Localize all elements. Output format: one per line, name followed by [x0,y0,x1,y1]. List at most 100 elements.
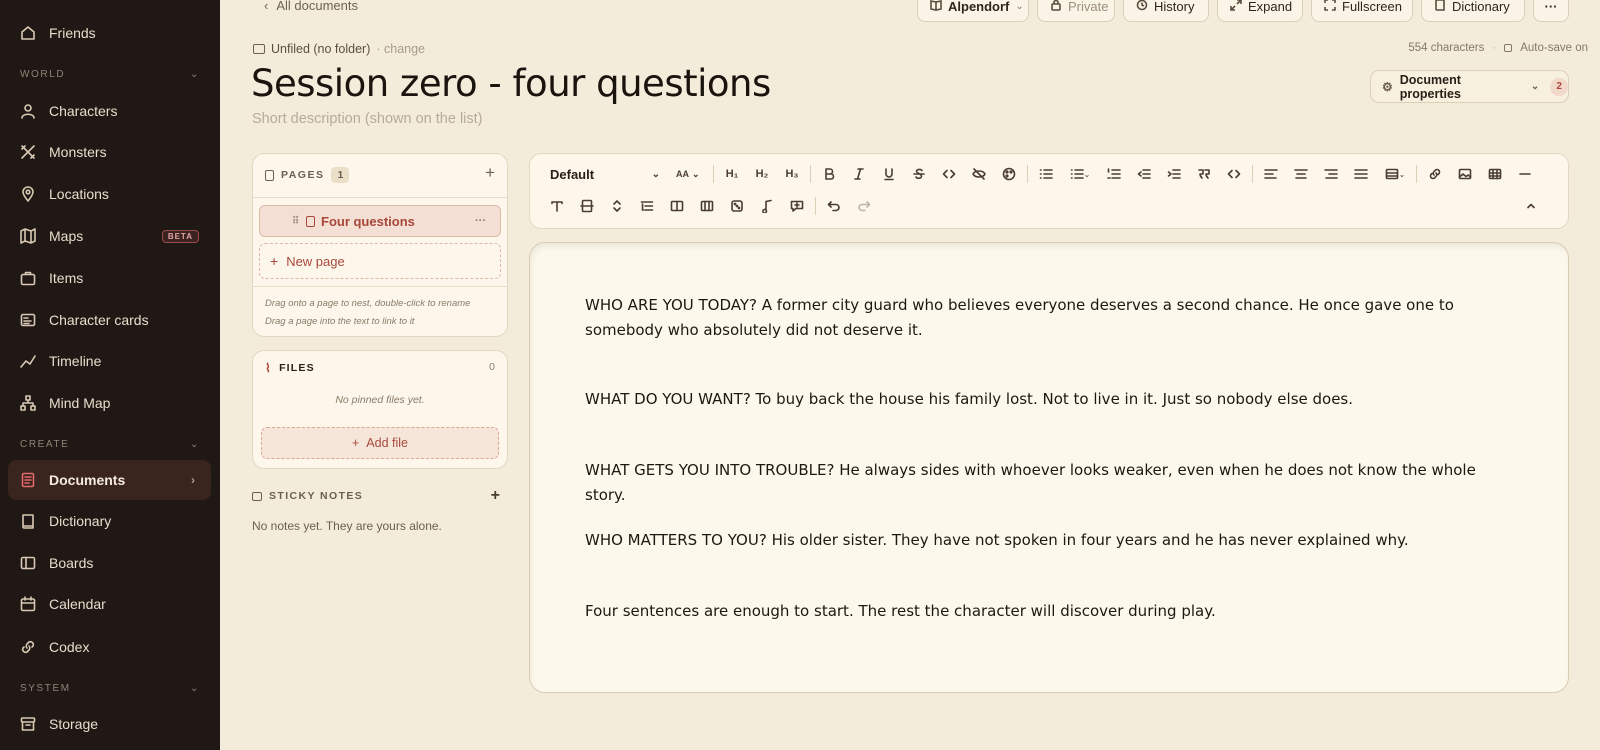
code-block-icon[interactable] [1223,163,1245,185]
link-icon[interactable] [1424,163,1446,185]
horizontal-rule-icon[interactable] [1514,163,1536,185]
undo-icon[interactable] [823,195,845,217]
chevron-up-icon[interactable] [1520,195,1542,217]
sidebar-item-storage[interactable]: Storage [8,704,211,744]
add-note-icon[interactable]: + [491,487,500,505]
heading-3-button[interactable]: H₃ [781,163,803,185]
sidebar-item-items[interactable]: Items [8,258,211,298]
outline-icon[interactable] [636,195,658,217]
outdent-icon[interactable] [1133,163,1155,185]
heading-1-button[interactable]: H₁ [721,163,743,185]
palette-icon[interactable] [998,163,1020,185]
new-page-button[interactable]: + New page [259,243,501,279]
lock-icon [1504,44,1513,52]
sidebar-item-documents[interactable]: Documents › [8,460,211,500]
dictionary-label: Dictionary [1452,0,1510,14]
font-size-icon: AA [676,169,689,179]
files-header: ⌇ FILES [265,361,315,375]
sidebar-item-mind-map[interactable]: Mind Map [8,383,211,423]
comment-icon[interactable] [786,195,808,217]
sidebar-item-locations[interactable]: Locations [8,174,211,214]
columns-2-icon[interactable] [666,195,688,217]
history-button[interactable]: History [1123,0,1209,22]
sidebar-item-codex[interactable]: Codex [8,627,211,667]
autosave-status: Auto-save on [1520,42,1588,54]
paragraph[interactable]: WHO ARE YOU TODAY? A former city guard w… [585,293,1515,343]
sidebar-item-friends[interactable]: Friends [8,13,211,53]
editor-content[interactable]: WHO ARE YOU TODAY? A former city guard w… [529,242,1569,693]
eye-off-icon[interactable] [968,163,990,185]
align-center-icon[interactable] [1290,163,1312,185]
align-right-icon[interactable] [1320,163,1342,185]
more-options-button[interactable]: ··· [1533,0,1569,22]
chevron-down-icon: ⌄ [190,69,200,80]
private-toggle[interactable]: Private [1037,0,1115,22]
sidebar-item-characters[interactable]: Characters [8,91,211,131]
add-page-icon[interactable]: + [485,163,495,183]
sidebar-item-maps[interactable]: Maps BETA [8,216,211,256]
section-world[interactable]: WORLD ⌄ [20,69,200,80]
world-select[interactable]: Alpendorf ⌄ [917,0,1029,22]
bold-icon[interactable] [818,163,840,185]
align-left-icon[interactable] [1260,163,1282,185]
sidebar-item-label: Codex [49,639,90,655]
more-icon[interactable]: ··· [475,215,486,227]
page-break-icon[interactable] [576,195,598,217]
underline-icon[interactable] [878,163,900,185]
chevron-down-icon: ⌄ [1015,0,1024,12]
sidebar-item-dictionary[interactable]: Dictionary [8,501,211,541]
paragraph[interactable]: WHO MATTERS TO YOU? His older sister. Th… [585,528,1515,553]
list-style-select[interactable]: ⌄ [1065,163,1095,185]
quote-icon[interactable] [1193,163,1215,185]
image-icon[interactable] [1454,163,1476,185]
indent-icon[interactable] [1163,163,1185,185]
description-input[interactable]: Short description (shown on the list) [252,111,483,127]
font-size-select[interactable]: AA ⌄ [676,163,700,185]
dictionary-button[interactable]: Dictionary [1421,0,1525,22]
page-title[interactable]: Session zero - four questions [251,62,771,105]
bullet-list-icon[interactable] [1035,163,1057,185]
section-system[interactable]: SYSTEM ⌄ [20,683,200,694]
paragraph[interactable]: WHAT GETS YOU INTO TROUBLE? He always si… [585,458,1515,508]
sidebar-item-label: Locations [49,186,109,202]
dice-icon[interactable] [726,195,748,217]
files-label: FILES [279,362,315,374]
section-create[interactable]: CREATE ⌄ [20,439,200,450]
columns-3-icon[interactable] [696,195,718,217]
plus-icon: + [351,436,360,450]
table-icon[interactable] [1484,163,1506,185]
board-icon [20,555,36,571]
sidebar-item-label: Friends [49,25,96,41]
code-icon[interactable] [938,163,960,185]
fullscreen-button[interactable]: Fullscreen [1311,0,1413,22]
italic-icon[interactable] [848,163,870,185]
redo-icon[interactable] [853,195,875,217]
align-justify-icon[interactable] [1350,163,1372,185]
block-style-select[interactable]: Default ⌄ [550,163,666,185]
back-link[interactable]: ‹ All documents [264,0,358,13]
strikethrough-icon[interactable] [908,163,930,185]
page-item-active[interactable]: ⠿ Four questions ··· [259,205,501,237]
add-file-button[interactable]: + Add file [261,427,499,459]
change-folder-link[interactable]: · change [376,42,425,56]
beta-badge: BETA [161,229,199,243]
music-icon[interactable] [756,195,778,217]
section-label: CREATE [20,439,70,450]
heading-2-button[interactable]: H₂ [751,163,773,185]
drag-handle-icon[interactable]: ⠿ [292,216,299,227]
paragraph[interactable]: WHAT DO YOU WANT? To buy back the house … [585,387,1515,412]
table-options-select[interactable]: ⌄ [1380,163,1410,185]
sidebar-item-calendar[interactable]: Calendar [8,584,211,624]
expand-button[interactable]: Expand [1217,0,1303,22]
sidebar-item-monsters[interactable]: Monsters [8,132,211,172]
sidebar-item-character-cards[interactable]: Character cards [8,300,211,340]
sidebar-item-boards[interactable]: Boards [8,543,211,583]
files-empty-message: No pinned files yet. [335,394,425,406]
line-height-icon[interactable] [606,195,628,217]
clear-format-icon[interactable] [546,195,568,217]
more-options-icon: ··· [1544,0,1558,14]
document-properties-button[interactable]: ⚙ Document properties ⌄ 2 [1370,70,1569,103]
ordered-list-icon[interactable] [1103,163,1125,185]
sidebar-item-timeline[interactable]: Timeline [8,341,211,381]
paragraph[interactable]: Four sentences are enough to start. The … [585,599,1515,624]
